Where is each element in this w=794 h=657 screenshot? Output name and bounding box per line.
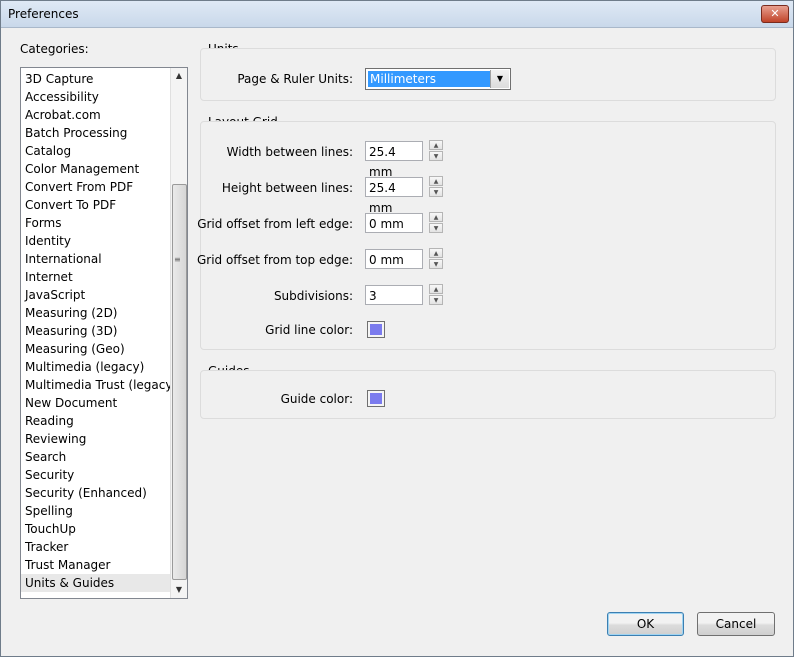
category-item[interactable]: Reviewing xyxy=(21,430,175,448)
category-item[interactable]: Catalog xyxy=(21,142,175,160)
category-item[interactable]: Measuring (3D) xyxy=(21,322,175,340)
category-item[interactable]: Convert To PDF xyxy=(21,196,175,214)
category-item[interactable]: JavaScript xyxy=(21,286,175,304)
close-icon[interactable]: ✕ xyxy=(761,5,789,23)
guide-color-fill xyxy=(370,393,382,404)
grid-line-color-swatch[interactable] xyxy=(367,321,385,338)
grid-line-color-label: Grid line color: xyxy=(265,323,353,337)
guide-color-swatch[interactable] xyxy=(367,390,385,407)
category-item[interactable]: Measuring (Geo) xyxy=(21,340,175,358)
category-item[interactable]: Multimedia (legacy) xyxy=(21,358,175,376)
category-item[interactable]: Reading xyxy=(21,412,175,430)
category-item[interactable]: TouchUp xyxy=(21,520,175,538)
left-offset-spinner[interactable]: ▲ ▼ xyxy=(429,212,443,234)
spin-up-icon[interactable]: ▲ xyxy=(429,284,443,294)
category-item[interactable]: Batch Processing xyxy=(21,124,175,142)
page-ruler-units-value: Millimeters xyxy=(368,71,492,87)
category-item[interactable]: Trust Manager xyxy=(21,556,175,574)
grid-offset-top-label: Grid offset from top edge: xyxy=(196,253,353,267)
width-between-lines-input[interactable]: 25.4 mm xyxy=(365,141,423,179)
category-item[interactable]: Security xyxy=(21,466,175,484)
category-item[interactable]: Spelling xyxy=(21,502,175,520)
category-item[interactable]: Measuring (2D) xyxy=(21,304,175,322)
category-item[interactable]: Units & Guides xyxy=(21,574,175,592)
height-between-lines-label: Height between lines: xyxy=(221,181,353,195)
category-item[interactable]: Accessibility xyxy=(21,88,175,106)
title-bar[interactable]: Preferences ✕ xyxy=(1,1,793,28)
category-item[interactable]: Search xyxy=(21,448,175,466)
width-between-lines-label: Width between lines: xyxy=(226,145,353,159)
scroll-thumb[interactable] xyxy=(172,184,187,580)
subdivisions-input[interactable]: 3 xyxy=(365,285,423,305)
category-item[interactable]: New Document xyxy=(21,394,175,412)
height-between-lines-input[interactable]: 25.4 mm xyxy=(365,177,423,215)
guide-color-label: Guide color: xyxy=(280,392,353,406)
category-item[interactable]: Multimedia Trust (legacy) xyxy=(21,376,177,394)
spin-up-icon[interactable]: ▲ xyxy=(429,248,443,258)
category-item[interactable]: 3D Capture xyxy=(21,70,175,88)
subdivisions-label: Subdivisions: xyxy=(273,289,353,303)
category-item[interactable]: Identity xyxy=(21,232,175,250)
category-item[interactable]: Forms xyxy=(21,214,175,232)
grid-line-color-fill xyxy=(370,324,382,335)
category-item[interactable]: Tracker xyxy=(21,538,175,556)
preferences-dialog: Preferences ✕ Categories: Units & Guides… xyxy=(0,0,794,657)
ok-button[interactable]: OK xyxy=(607,612,684,636)
page-ruler-units-label: Page & Ruler Units: xyxy=(237,72,353,86)
category-item[interactable]: International xyxy=(21,250,175,268)
scroll-down-icon[interactable]: ▼ xyxy=(171,582,187,598)
category-item[interactable]: Security (Enhanced) xyxy=(21,484,175,502)
top-offset-spinner[interactable]: ▲ ▼ xyxy=(429,248,443,270)
width-spinner[interactable]: ▲ ▼ xyxy=(429,140,443,162)
chevron-down-icon[interactable]: ▼ xyxy=(490,70,509,88)
category-item[interactable]: Color Management xyxy=(21,160,175,178)
spin-up-icon[interactable]: ▲ xyxy=(429,140,443,150)
spin-down-icon[interactable]: ▼ xyxy=(429,223,443,233)
grid-offset-left-label: Grid offset from left edge: xyxy=(197,217,353,231)
spin-up-icon[interactable]: ▲ xyxy=(429,176,443,186)
spin-up-icon[interactable]: ▲ xyxy=(429,212,443,222)
grid-offset-left-input[interactable]: 0 mm xyxy=(365,213,423,233)
spin-down-icon[interactable]: ▼ xyxy=(429,295,443,305)
spin-down-icon[interactable]: ▼ xyxy=(429,259,443,269)
spin-down-icon[interactable]: ▼ xyxy=(429,151,443,161)
page-ruler-units-select[interactable]: Millimeters ▼ xyxy=(365,68,511,90)
cancel-button[interactable]: Cancel xyxy=(697,612,775,636)
category-item[interactable]: Acrobat.com xyxy=(21,106,175,124)
grid-offset-top-input[interactable]: 0 mm xyxy=(365,249,423,269)
category-item[interactable]: Convert From PDF xyxy=(21,178,175,196)
categories-label: Categories: xyxy=(20,42,89,56)
spin-down-icon[interactable]: ▼ xyxy=(429,187,443,197)
window-title: Preferences xyxy=(8,7,79,21)
category-item[interactable]: Internet xyxy=(21,268,175,286)
subdivisions-spinner[interactable]: ▲ ▼ xyxy=(429,284,443,306)
height-spinner[interactable]: ▲ ▼ xyxy=(429,176,443,198)
